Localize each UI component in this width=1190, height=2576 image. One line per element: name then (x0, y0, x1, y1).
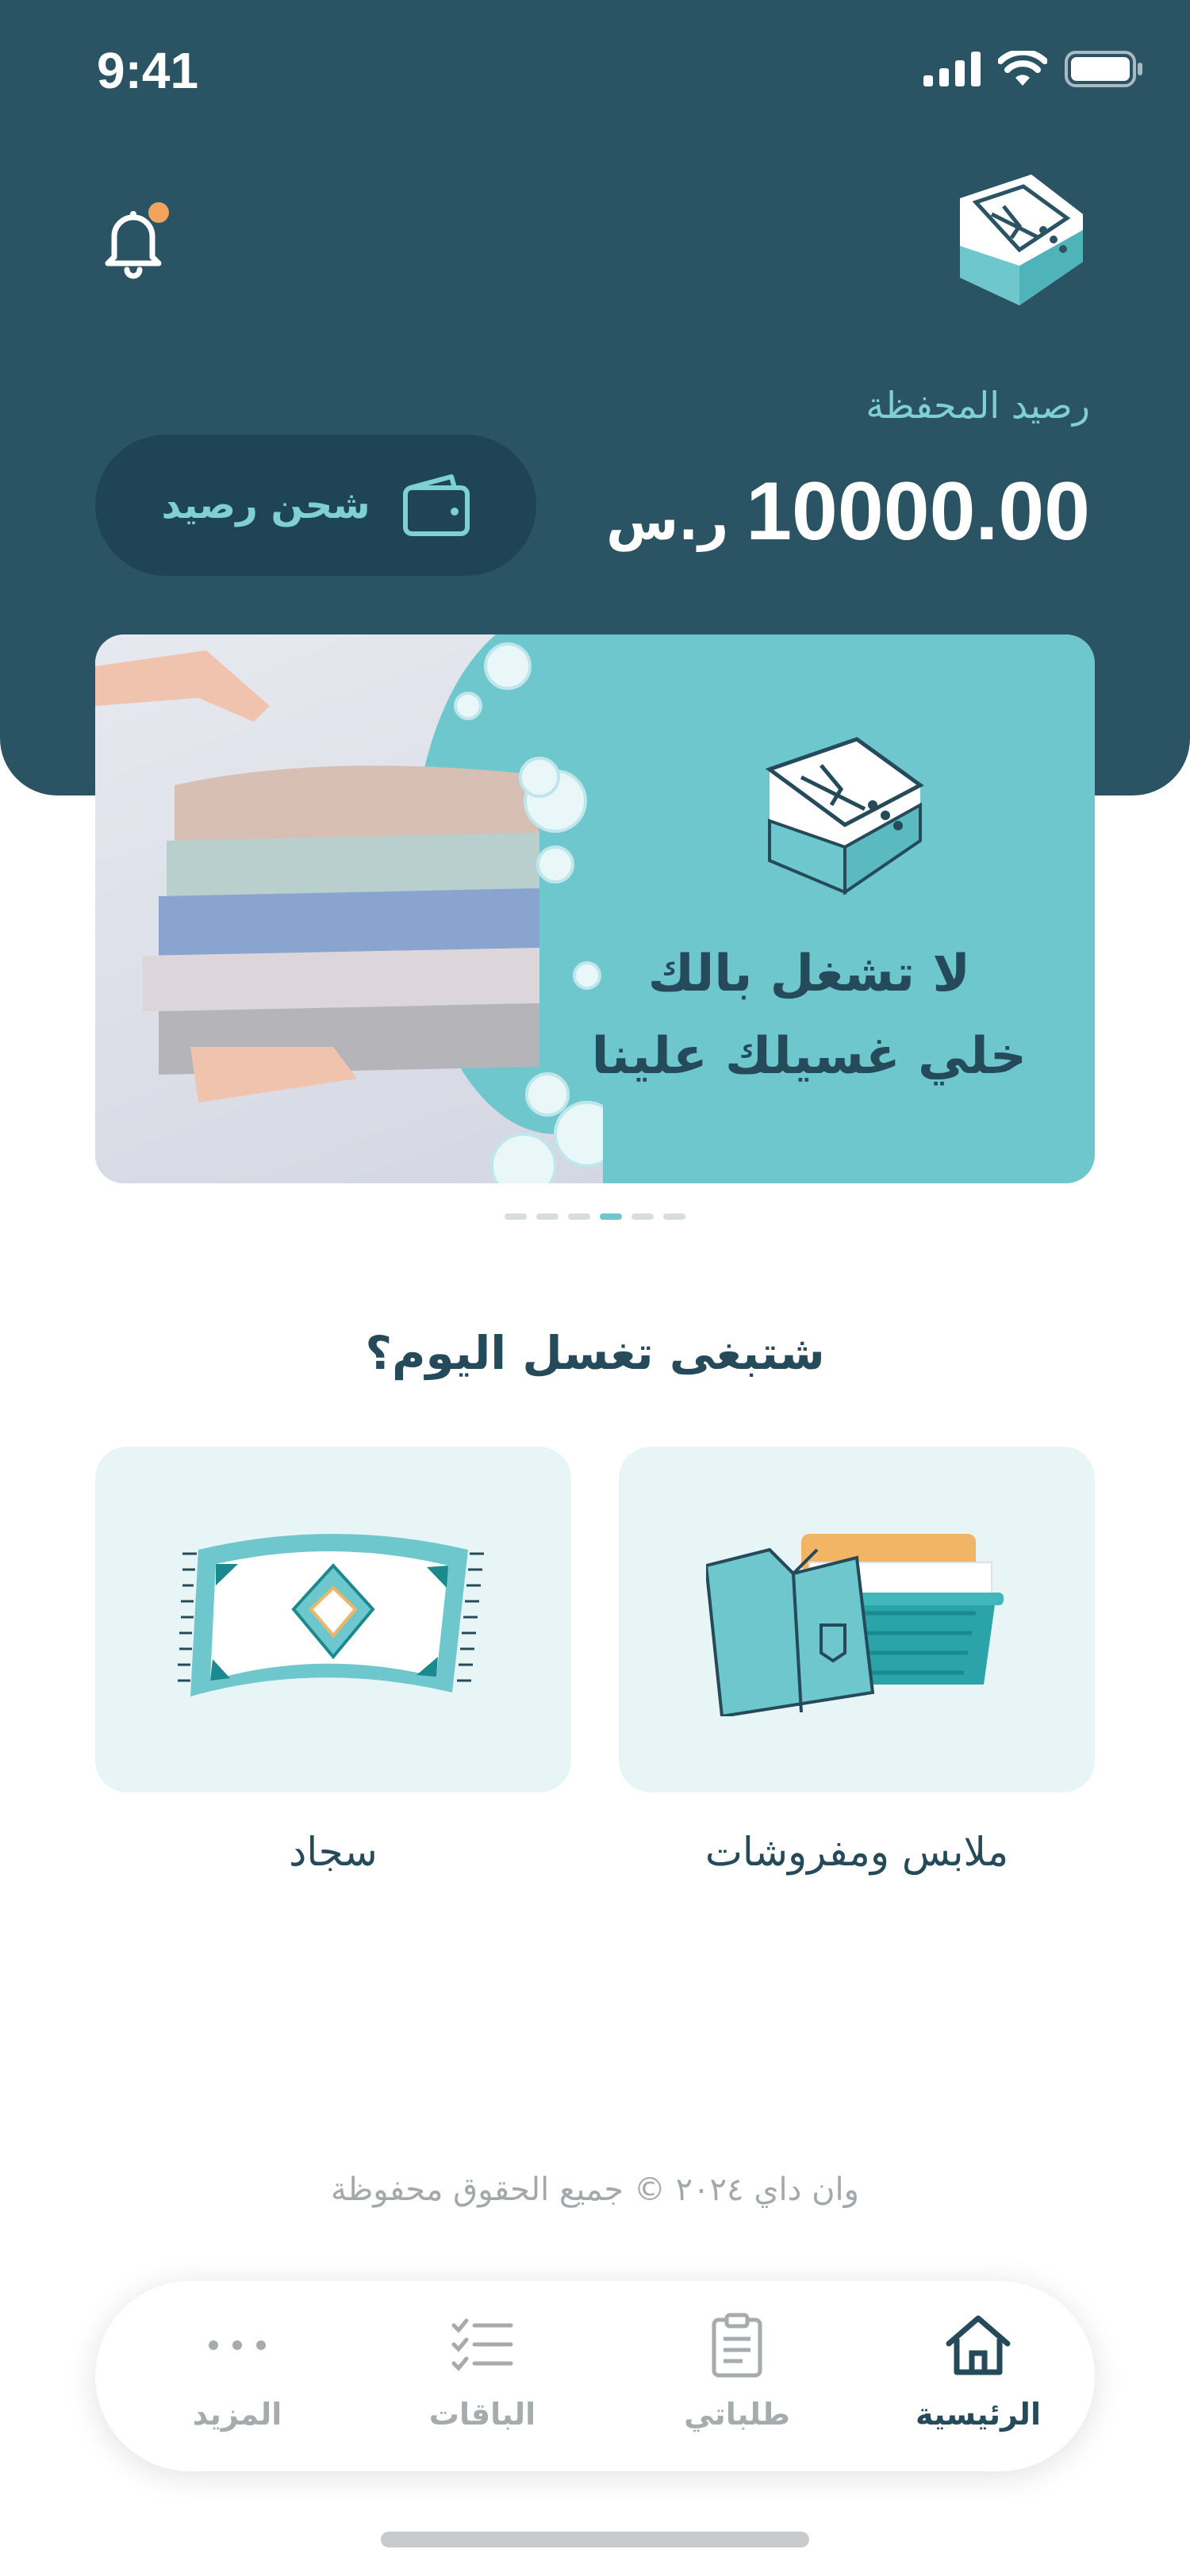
clothes-basket-icon (706, 1534, 1004, 1716)
checklist-icon (451, 2318, 513, 2371)
pagination-dot[interactable] (568, 1213, 590, 1220)
tab-orders[interactable]: طلباتي (650, 2310, 824, 2452)
status-icons (923, 51, 1144, 87)
tab-label-more: المزيد (192, 2397, 282, 2432)
clipboard-icon (712, 2313, 762, 2378)
tab-more[interactable]: المزيد (150, 2310, 324, 2452)
pagination-dot[interactable] (505, 1213, 527, 1220)
banner-pagination (505, 1213, 685, 1220)
home-icon (946, 2315, 1011, 2375)
more-dots-icon (209, 2340, 266, 2350)
copyright-text: وان داي ٢٠٢٤ © جميع الحقوق محفوظة (331, 2172, 859, 2208)
bottom-tab-bar: الرئيسية طلباتي الباقات المزيد (95, 2281, 1095, 2471)
battery-icon (1065, 51, 1142, 87)
promo-banner[interactable]: لا تشغل بالك خلي غسيلك علينا (95, 634, 1095, 1183)
wallet-balance-label: رصيد المحفظة (866, 384, 1090, 427)
wallet-balance: 10000.00 ر.س (606, 465, 1090, 559)
wifi-icon (998, 51, 1047, 86)
balance-amount: 10000.00 (746, 466, 1090, 558)
wallet-icon (402, 474, 470, 536)
topup-label: شحن رصيد (161, 483, 370, 527)
services-title: شتبغى تغسل اليوم؟ (365, 1326, 825, 1380)
notification-dot (148, 202, 169, 223)
banner-logo-icon (765, 737, 924, 895)
carpet-icon (178, 1534, 484, 1696)
service-card-clothes[interactable] (619, 1447, 1095, 1792)
topup-button[interactable]: شحن رصيد (95, 435, 536, 576)
status-time: 9:41 (97, 42, 199, 99)
banner-line2: خلي غسيلك علينا (591, 1027, 1027, 1086)
home-indicator[interactable] (381, 2532, 809, 2547)
pagination-dot[interactable] (631, 1213, 654, 1220)
pagination-dot[interactable] (663, 1213, 685, 1220)
balance-currency: ر.س (606, 491, 729, 552)
tab-label-orders: طلباتي (684, 2397, 790, 2432)
service-label-carpet: سجاد (289, 1829, 378, 1875)
tab-label-packages: الباقات (428, 2397, 536, 2432)
app-logo-icon (960, 174, 1083, 305)
pagination-dot-active[interactable] (600, 1213, 622, 1220)
banner-photo (95, 634, 698, 1183)
tab-home[interactable]: الرئيسية (891, 2310, 1065, 2452)
signal-icon (923, 52, 981, 86)
notification-bell-icon[interactable] (103, 201, 170, 281)
banner-text: لا تشغل بالك خلي غسيلك علينا (592, 933, 1027, 1098)
service-label-clothes: ملابس ومفروشات (704, 1829, 1009, 1875)
folded-clothes-image (95, 634, 698, 1183)
pagination-dot[interactable] (536, 1213, 559, 1220)
service-card-carpet[interactable] (95, 1447, 571, 1792)
banner-line1: لا تشغل بالك (647, 945, 970, 1003)
tab-packages[interactable]: الباقات (395, 2310, 570, 2452)
tab-label-home: الرئيسية (916, 2397, 1041, 2432)
